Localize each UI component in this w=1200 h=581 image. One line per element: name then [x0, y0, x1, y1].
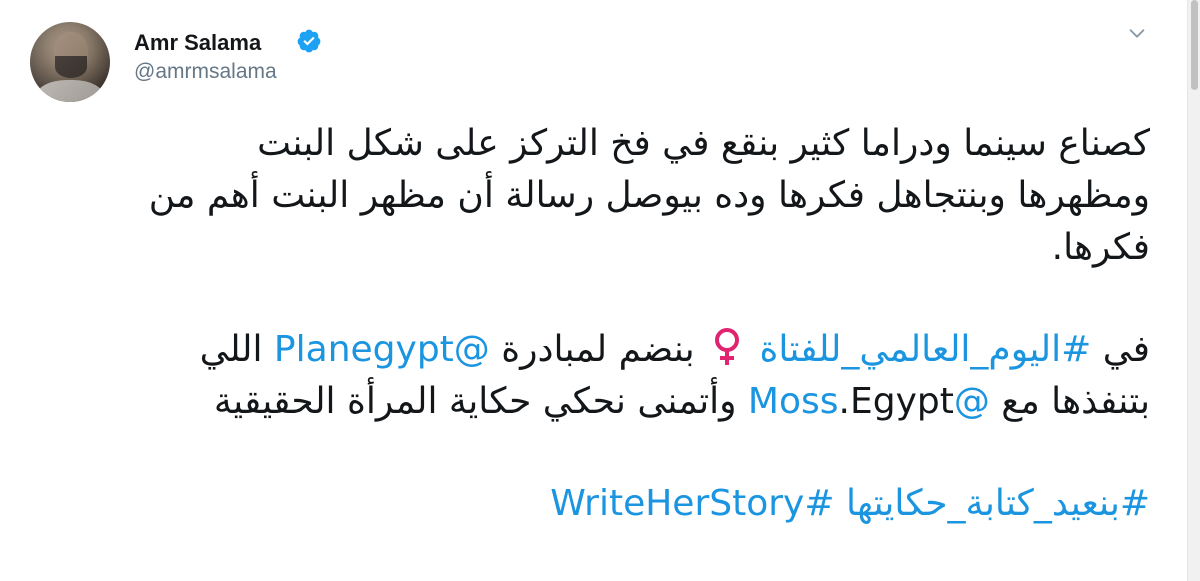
tweet-paragraph-3: #بنعيد_كتابة_حكايتها #WriteHerStory: [40, 478, 1150, 530]
tweet-text-segment: اللي: [199, 329, 263, 370]
mention-link[interactable]: @Planegypt: [274, 329, 490, 370]
tweet-line: فكرها.: [1051, 227, 1150, 268]
hashtag-link[interactable]: #بنعيد_كتابة_حكايتها: [846, 483, 1150, 524]
hashtag-link[interactable]: #اليوم_العالمي_للفتاة: [760, 329, 1092, 370]
tweet-text-segment: في: [1102, 329, 1150, 370]
hashtag-link[interactable]: #WriteHerStory: [550, 483, 834, 524]
venus-symbol-icon: [715, 328, 740, 365]
tweet-line: ومظهرها وبنتجاهل فكرها وده بيوصل رسالة أ…: [148, 175, 1150, 216]
avatar-shade: [30, 22, 110, 102]
tweet-text-segment: .Egypt وأتمنى نحكي حكاية المرأة الحقيقية: [213, 381, 954, 422]
scrollbar-track[interactable]: [1187, 0, 1200, 581]
tweet-paragraph-1: كصناع سينما ودراما كثير بنقع في فخ الترك…: [40, 118, 1150, 274]
tweet-line: كصناع سينما ودراما كثير بنقع في فخ الترك…: [257, 123, 1150, 164]
tweet-text: كصناع سينما ودراما كثير بنقع في فخ الترك…: [40, 118, 1150, 530]
tweet-paragraph-2: في #اليوم_العالمي_للفتاة بنضم لمبادرة @P…: [40, 324, 1150, 428]
author-handle[interactable]: @amrmsalama: [134, 60, 277, 84]
tweet-card: Amr Salama @amrmsalama كصناع سينما ودرام…: [0, 0, 1188, 581]
avatar[interactable]: [30, 22, 110, 102]
chevron-down-icon[interactable]: [1126, 22, 1148, 44]
tweet-text-segment: بتنفذها مع: [1001, 381, 1150, 422]
verified-badge-icon: [297, 29, 321, 53]
tweet-text-segment: بنضم لمبادرة: [501, 329, 695, 370]
author-display-name[interactable]: Amr Salama: [134, 30, 261, 56]
scrollbar-thumb[interactable]: [1191, 0, 1198, 90]
